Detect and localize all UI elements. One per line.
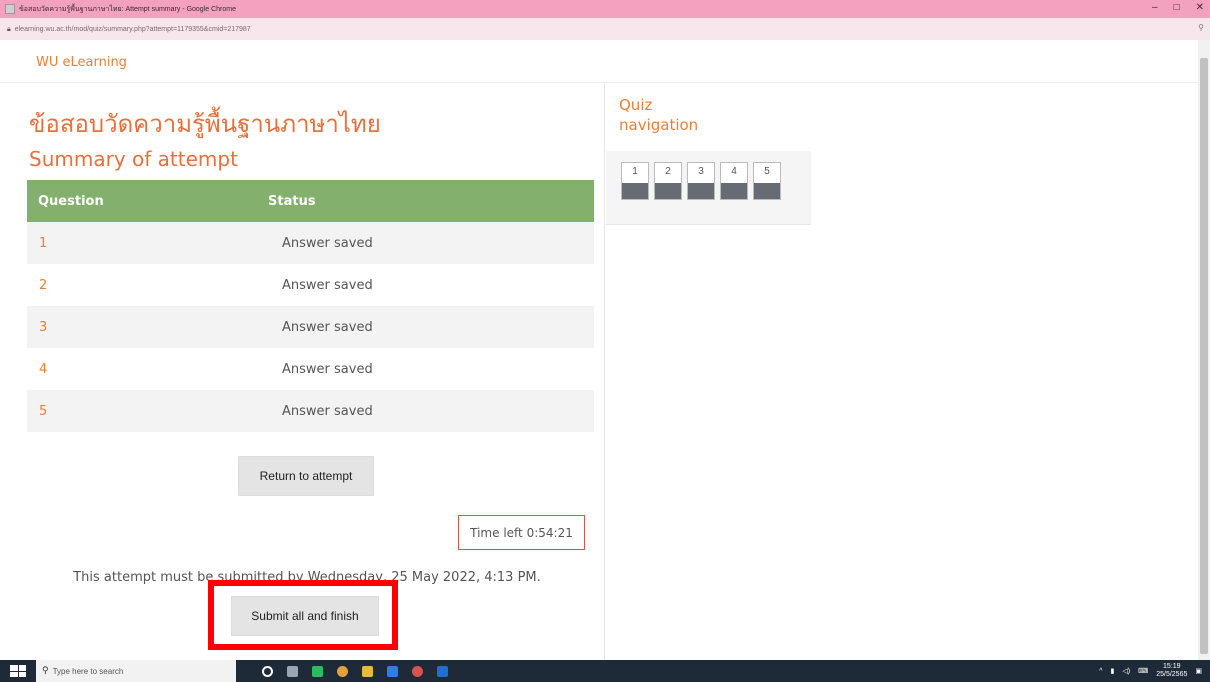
quiz-nav-number: 2 — [665, 166, 671, 177]
table-row: 1 Answer saved — [27, 222, 594, 264]
taskbar-search-box[interactable]: ⚲ Type here to search — [36, 660, 236, 682]
question-link[interactable]: 3 — [27, 320, 269, 335]
question-link[interactable]: 1 — [27, 236, 269, 251]
table-body: 1 Answer saved 2 Answer saved 3 Answer s… — [27, 222, 594, 432]
answered-indicator — [655, 183, 681, 199]
minimize-button[interactable]: – — [1152, 2, 1158, 13]
url-text[interactable]: elearning.wu.ac.th/mod/quiz/summary.php?… — [15, 26, 251, 33]
search-placeholder: Type here to search — [52, 666, 124, 676]
notification-icon[interactable]: ▣ — [1195, 667, 1202, 675]
volume-icon[interactable]: ◁) — [1122, 667, 1130, 675]
vertical-scrollbar[interactable] — [1198, 40, 1210, 660]
answered-indicator — [754, 183, 780, 199]
status-cell: Answer saved — [282, 403, 373, 419]
time-left-timer: Time left 0:54:21 — [458, 515, 585, 550]
question-link[interactable]: 2 — [27, 278, 269, 293]
file-explorer-icon[interactable] — [362, 665, 373, 677]
app-icon-green[interactable] — [312, 665, 323, 677]
question-link[interactable]: 4 — [27, 362, 269, 377]
status-cell: Answer saved — [282, 235, 373, 251]
quiz-nav-button[interactable]: 2 — [654, 162, 682, 200]
taskbar-clock[interactable]: 15:19 25/5/2565 — [1156, 663, 1187, 679]
taskbar-apps — [262, 665, 448, 677]
question-link[interactable]: 5 — [27, 404, 269, 419]
system-tray: ^ ▮ ◁) ⌨ 15:19 25/5/2565 ▣ — [1099, 660, 1202, 682]
window-title: ข้อสอบวัดความรู้พื้นฐานภาษาไทย: Attempt … — [19, 5, 236, 13]
network-icon[interactable]: ▮ — [1111, 667, 1115, 675]
tray-chevron-icon[interactable]: ^ — [1099, 668, 1102, 675]
quiz-navigation-block: Quiz navigation 1 2 3 4 5 — [606, 83, 811, 225]
window-controls: – □ ✕ — [1152, 2, 1204, 13]
quiz-nav-button[interactable]: 1 — [621, 162, 649, 200]
quiz-nav-number: 1 — [632, 166, 638, 177]
table-header: Question Status — [27, 180, 594, 222]
maximize-button[interactable]: □ — [1174, 2, 1180, 13]
status-cell: Answer saved — [282, 277, 373, 293]
status-cell: Answer saved — [282, 361, 373, 377]
quiz-navigation-header: Quiz navigation — [606, 83, 811, 151]
zoom-icon[interactable]: ⚲ — [1198, 23, 1204, 32]
quiz-nav-number: 5 — [764, 166, 770, 177]
table-row: 4 Answer saved — [27, 348, 594, 390]
scrollbar-thumb[interactable] — [1200, 58, 1208, 654]
windows-taskbar: ⚲ Type here to search ^ ▮ ◁) ⌨ 15:19 25/… — [0, 660, 1210, 682]
app-icon-blue[interactable] — [387, 665, 398, 677]
site-brand-link[interactable]: WU eLearning — [36, 55, 127, 70]
summary-table: Question Status 1 Answer saved 2 Answer … — [27, 180, 594, 432]
close-button[interactable]: ✕ — [1196, 2, 1204, 13]
chrome-icon[interactable] — [337, 665, 348, 677]
quiz-nav-button[interactable]: 4 — [720, 162, 748, 200]
status-column-header: Status — [268, 193, 316, 209]
clock-time: 15:19 — [1163, 663, 1181, 670]
page-favicon-icon — [5, 4, 15, 14]
return-to-attempt-button[interactable]: Return to attempt — [238, 456, 374, 496]
quiz-nav-button[interactable]: 5 — [753, 162, 781, 200]
search-icon: ⚲ — [42, 666, 49, 676]
table-row: 5 Answer saved — [27, 390, 594, 432]
chrome-active-icon[interactable] — [412, 665, 423, 677]
browser-title-bar: ข้อสอบวัดความรู้พื้นฐานภาษาไทย: Attempt … — [0, 0, 1210, 18]
outlook-icon[interactable] — [437, 665, 448, 677]
quiz-navigation-title: Quiz navigation — [619, 96, 699, 134]
status-cell: Answer saved — [282, 319, 373, 335]
windows-start-icon[interactable] — [10, 665, 26, 677]
answered-indicator — [622, 183, 648, 199]
keyboard-icon[interactable]: ⌨ — [1138, 667, 1148, 675]
quiz-nav-number: 3 — [698, 166, 704, 177]
table-row: 3 Answer saved — [27, 306, 594, 348]
clock-date: 25/5/2565 — [1156, 671, 1188, 678]
question-column-header: Question — [38, 193, 104, 209]
answered-indicator — [721, 183, 747, 199]
cortana-icon[interactable] — [262, 665, 273, 677]
lock-icon: 🔒︎ — [7, 24, 11, 33]
answered-indicator — [688, 183, 714, 199]
main-region: ข้อสอบวัดความรู้พื้นฐานภาษาไทย Summary o… — [10, 83, 605, 660]
table-row: 2 Answer saved — [27, 264, 594, 306]
page-content: ข้อสอบวัดความรู้พื้นฐานภาษาไทย Summary o… — [10, 83, 1198, 660]
address-bar[interactable]: 🔒︎ elearning.wu.ac.th/mod/quiz/summary.p… — [0, 18, 1210, 41]
site-header: WU eLearning — [0, 40, 1198, 83]
quiz-title: ข้อสอบวัดความรู้พื้นฐานภาษาไทย — [29, 110, 381, 138]
quiz-nav-number: 4 — [731, 166, 737, 177]
quiz-nav-button[interactable]: 3 — [687, 162, 715, 200]
summary-heading: Summary of attempt — [29, 147, 238, 171]
task-view-icon[interactable] — [287, 665, 298, 677]
quiz-navigation-buttons: 1 2 3 4 5 — [621, 162, 781, 200]
red-highlight-box — [208, 580, 398, 650]
